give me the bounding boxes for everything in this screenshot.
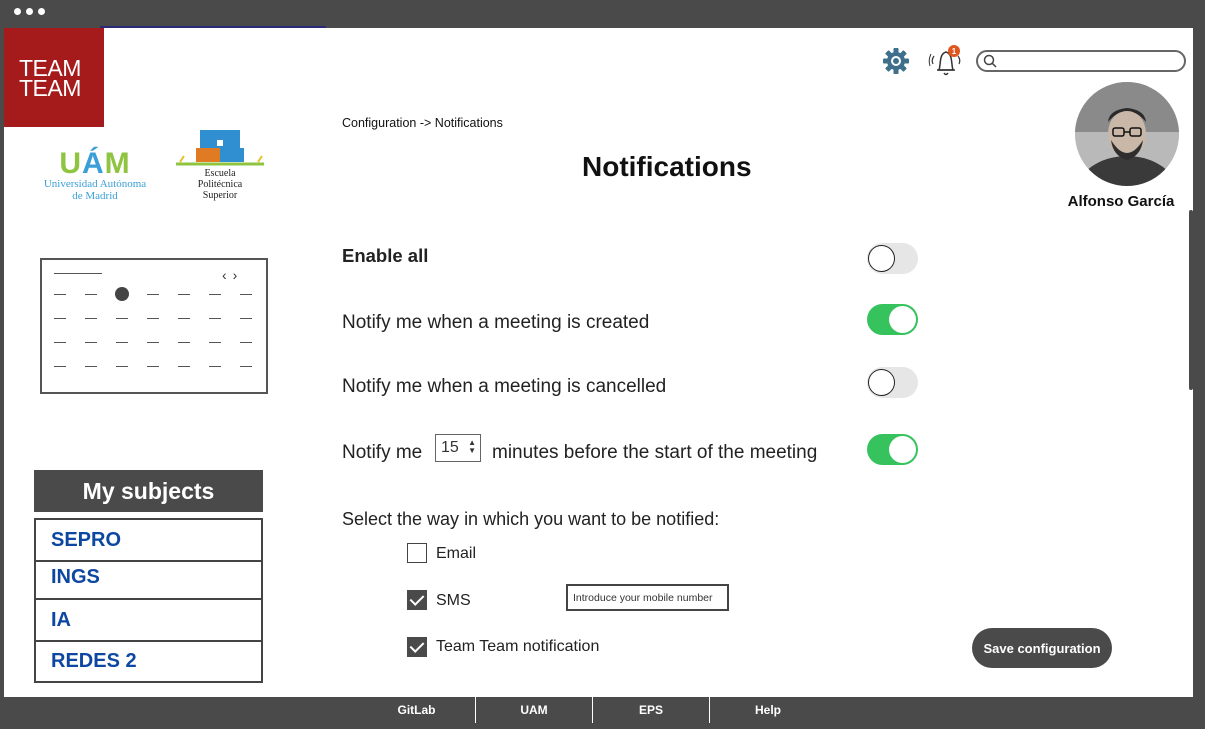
calendar-selected-day[interactable] <box>115 287 129 301</box>
meeting-cancelled-toggle[interactable] <box>867 367 918 398</box>
subject-item-ia[interactable]: IA <box>34 600 263 642</box>
calendar-day[interactable] <box>178 318 190 319</box>
breadcrumb-current: Notifications <box>434 116 503 130</box>
logo-line-2: TEAM <box>19 75 81 101</box>
notification-count: 1 <box>952 47 957 56</box>
page-title: Notifications <box>582 151 752 182</box>
calendar-day[interactable] <box>85 366 97 367</box>
calendar-day[interactable] <box>240 342 252 343</box>
methods-heading: Select the way in which you want to be n… <box>342 509 720 529</box>
uam-name-line-2: de Madrid <box>72 190 118 202</box>
window-border-left <box>0 28 4 698</box>
calendar-day[interactable] <box>147 294 159 295</box>
calendar-day[interactable] <box>209 294 221 295</box>
calendar-day[interactable] <box>147 366 159 367</box>
calendar-day[interactable] <box>54 294 66 295</box>
calendar-day[interactable] <box>147 342 159 343</box>
window-titlebar <box>0 0 1205 28</box>
mobile-number-input[interactable]: Introduce your mobile number <box>566 584 729 611</box>
team-notification-label: Team Team notification <box>436 638 600 655</box>
footer: GitLab UAM EPS Help <box>0 697 1205 729</box>
notify-before-toggle[interactable] <box>867 434 918 465</box>
enable-all-toggle[interactable] <box>867 243 918 274</box>
email-checkbox[interactable] <box>407 543 427 563</box>
calendar-day[interactable] <box>178 294 190 295</box>
notify-before-prefix: Notify me <box>342 442 423 463</box>
calendar-day[interactable] <box>116 366 128 367</box>
window-controls <box>14 8 45 15</box>
calendar-day[interactable] <box>54 366 66 367</box>
scrollbar-thumb[interactable] <box>1189 210 1193 390</box>
gear-icon[interactable] <box>882 47 910 75</box>
meeting-created-toggle[interactable] <box>867 304 918 335</box>
calendar-widget[interactable]: ‹› <box>40 258 268 394</box>
calendar-nav: ‹› <box>222 267 243 283</box>
meeting-cancelled-label: Notify me when a meeting is cancelled <box>342 376 667 397</box>
calendar-day[interactable] <box>209 366 221 367</box>
search-input[interactable] <box>976 50 1186 72</box>
calendar-day[interactable] <box>116 318 128 319</box>
footer-link-help[interactable]: Help <box>709 697 826 723</box>
calendar-day[interactable] <box>240 318 252 319</box>
eps-logo[interactable]: Escuela Politécnica Superior <box>172 128 268 210</box>
calendar-day[interactable] <box>116 342 128 343</box>
footer-link-eps[interactable]: EPS <box>592 697 709 723</box>
sms-label: SMS <box>436 592 471 609</box>
subject-item-redes-2[interactable]: REDES 2 <box>34 642 263 683</box>
minutes-value: 15 <box>441 439 459 456</box>
calendar-day[interactable] <box>85 318 97 319</box>
save-configuration-button[interactable]: Save configuration <box>972 628 1112 668</box>
calendar-day[interactable] <box>85 342 97 343</box>
stepper-arrows-icon[interactable]: ▲ ▼ <box>468 439 476 455</box>
window-border-right <box>1193 28 1205 698</box>
footer-links: GitLab UAM EPS Help <box>358 697 826 723</box>
uam-name-line-1: Universidad Autónoma <box>43 178 147 190</box>
divider <box>100 26 326 28</box>
calendar-day[interactable] <box>209 318 221 319</box>
calendar-month-label <box>54 273 102 274</box>
subject-item-ings[interactable]: INGS <box>34 562 263 600</box>
team-team-logo[interactable]: TEAM TEAM <box>4 28 104 127</box>
calendar-day[interactable] <box>54 318 66 319</box>
chevron-right-icon[interactable]: › <box>233 267 244 283</box>
sms-checkbox[interactable] <box>407 590 427 610</box>
notify-before-suffix: minutes before the start of the meeting <box>492 442 818 463</box>
breadcrumb: Configuration -> Notifications <box>342 116 503 130</box>
subject-item-sepro[interactable]: SEPRO <box>34 518 263 562</box>
uam-mark: UÁM <box>59 147 131 180</box>
footer-link-uam[interactable]: UAM <box>475 697 592 723</box>
calendar-day[interactable] <box>178 342 190 343</box>
calendar-day[interactable] <box>147 318 159 319</box>
meeting-created-label: Notify me when a meeting is created <box>342 312 650 333</box>
breadcrumb-parent[interactable]: Configuration <box>342 116 416 130</box>
avatar[interactable] <box>1075 82 1179 186</box>
minutes-stepper[interactable]: 15 ▲ ▼ <box>435 434 481 462</box>
chevron-left-icon[interactable]: ‹ <box>222 267 233 283</box>
enable-all-label: Enable all <box>342 245 429 266</box>
calendar-day[interactable] <box>178 366 190 367</box>
email-label: Email <box>436 545 477 562</box>
user-photo-icon <box>1075 82 1179 186</box>
calendar-day[interactable] <box>85 294 97 295</box>
bell-icon[interactable]: 1 <box>927 44 965 80</box>
my-subjects-heading: My subjects <box>34 470 263 512</box>
calendar-day[interactable] <box>54 342 66 343</box>
breadcrumb-separator: -> <box>419 116 432 130</box>
footer-link-gitlab[interactable]: GitLab <box>358 697 475 723</box>
user-name: Alfonso García <box>1067 193 1175 210</box>
search-icon <box>983 54 997 68</box>
calendar-day[interactable] <box>240 366 252 367</box>
eps-emblem-icon <box>176 130 264 166</box>
calendar-day[interactable] <box>209 342 221 343</box>
calendar-day[interactable] <box>240 294 252 295</box>
uam-logo[interactable]: UÁM Universidad Autónoma de Madrid <box>30 147 160 203</box>
eps-name: Escuela Politécnica Superior <box>197 168 243 201</box>
team-notification-checkbox[interactable] <box>407 637 427 657</box>
